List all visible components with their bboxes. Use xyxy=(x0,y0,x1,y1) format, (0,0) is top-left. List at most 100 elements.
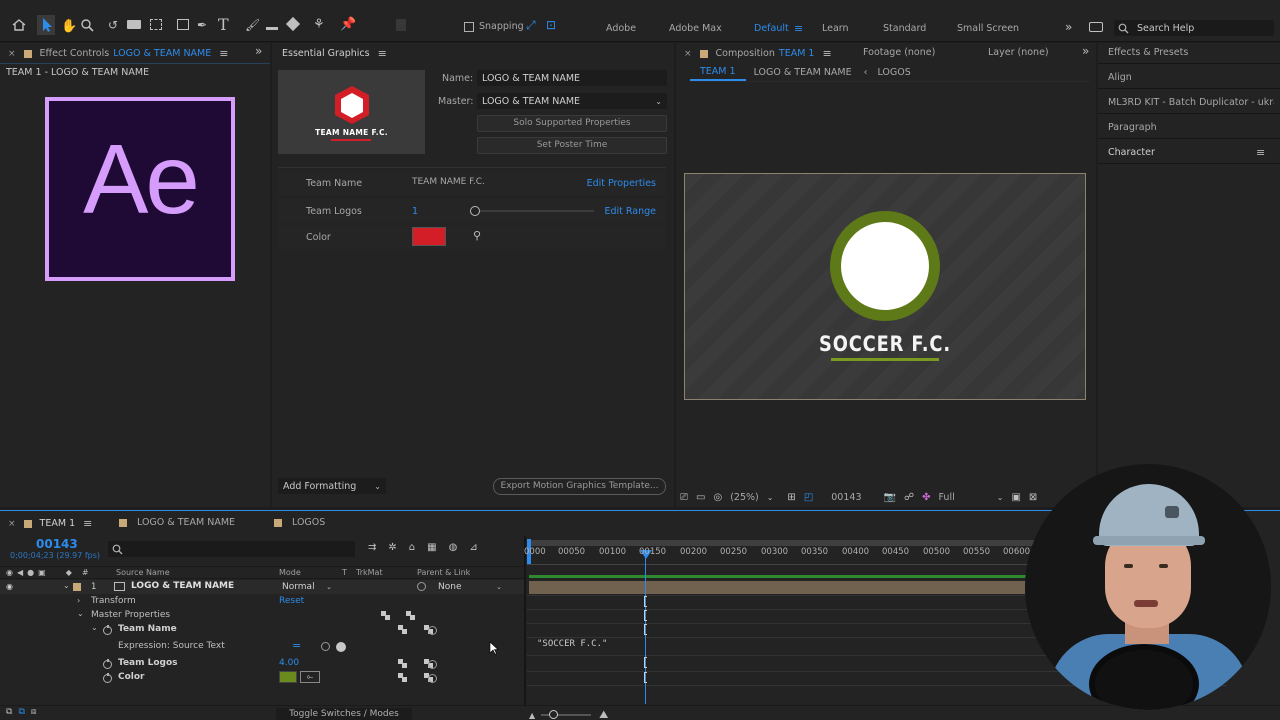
fit-icon[interactable]: ⊞ xyxy=(787,492,795,503)
name-field[interactable]: LOGO & TEAM NAME xyxy=(477,70,667,86)
pan-behind-tool-icon[interactable] xyxy=(150,19,162,30)
layer-row[interactable]: ◉ ⌄ 1 LOGO & TEAM NAME Normal ⌄ None ⌄ xyxy=(0,580,524,594)
expression-language-icon[interactable] xyxy=(336,642,346,652)
toggle-switches-modes-button[interactable]: Toggle Switches / Modes xyxy=(276,708,412,720)
hold-keyframe-marker[interactable] xyxy=(644,610,647,621)
close-icon[interactable]: × xyxy=(8,49,16,59)
set-poster-time-button[interactable]: Set Poster Time xyxy=(477,137,667,154)
stopwatch-icon[interactable] xyxy=(103,673,112,683)
always-preview-icon[interactable]: ⎚ xyxy=(680,492,688,503)
collapsed-chevron-icon[interactable]: › xyxy=(77,596,80,605)
panel-menu-icon[interactable]: ≡ xyxy=(83,517,92,530)
workspace-small-screen[interactable]: Small Screen xyxy=(957,23,1019,34)
zoom-in-icon[interactable]: ⛰ xyxy=(599,708,608,720)
motion-blur-icon[interactable]: ◍ xyxy=(449,542,458,553)
show-snapshot-icon[interactable]: ☍ xyxy=(904,492,914,503)
edit-range-link[interactable]: Edit Range xyxy=(604,206,656,217)
zoom-tool-icon[interactable] xyxy=(81,19,94,35)
color-swatch[interactable] xyxy=(412,227,446,246)
camera-tool-icon[interactable] xyxy=(127,20,141,29)
expression-row[interactable]: Expression: Source Text = xyxy=(0,639,524,654)
col-parent[interactable]: Parent & Link xyxy=(417,568,470,577)
eyedropper-icon[interactable]: ⚲ xyxy=(473,229,481,242)
rotate-tool-icon[interactable]: ↺ xyxy=(108,18,118,32)
snap-edges-icon[interactable]: ⤢ xyxy=(526,18,536,33)
snapping-checkbox[interactable] xyxy=(464,21,474,32)
eg-prop-value[interactable]: 1 xyxy=(412,206,418,217)
effects-presets-panel[interactable]: Effects & Presets xyxy=(1108,47,1188,58)
col-source-name[interactable]: Source Name xyxy=(116,568,170,577)
workspace-default[interactable]: Default xyxy=(754,23,789,34)
crumb-logo-team-name[interactable]: LOGO & TEAM NAME xyxy=(754,67,852,78)
hold-keyframe-marker[interactable] xyxy=(644,657,647,668)
hold-keyframe-marker[interactable] xyxy=(644,596,647,607)
channel-icon[interactable]: ✤ xyxy=(922,492,930,503)
audio-icon[interactable]: ◀ xyxy=(17,568,23,577)
transparency-grid-icon[interactable]: ⊠ xyxy=(1029,492,1037,503)
solo-supported-properties-button[interactable]: Solo Supported Properties xyxy=(477,115,667,132)
eye-icon[interactable]: ◉ xyxy=(6,582,13,591)
parent-dropdown[interactable]: None ⌄ xyxy=(435,580,505,593)
workspace-learn[interactable]: Learn xyxy=(822,23,849,34)
footage-tab[interactable]: Footage (none) xyxy=(863,47,935,58)
vr-icon[interactable]: ◎ xyxy=(713,492,722,503)
frame-blending-icon[interactable]: ▦ xyxy=(427,542,436,553)
keyframe-nav-icon[interactable] xyxy=(381,611,390,620)
pickwhip-icon[interactable] xyxy=(428,674,437,683)
color-swatch[interactable] xyxy=(279,671,297,683)
monitor-icon[interactable]: ▭ xyxy=(696,492,705,503)
hold-keyframe-marker[interactable] xyxy=(644,672,647,683)
panel-overflow-icon[interactable]: » xyxy=(255,44,262,58)
add-formatting-dropdown[interactable]: Add Formatting ⌄ xyxy=(278,478,386,494)
in-out-icon[interactable]: ⧈ xyxy=(31,707,37,717)
pickwhip-icon[interactable] xyxy=(428,626,437,635)
crumb-team-1[interactable]: TEAM 1 xyxy=(690,65,746,81)
region-of-interest-icon[interactable]: ▣ xyxy=(1011,492,1020,503)
team-name-row[interactable]: ⌄ Team Name xyxy=(0,623,524,637)
eraser-tool-icon[interactable] xyxy=(285,16,301,32)
shy-layers-icon[interactable]: ⌂ xyxy=(409,542,415,553)
workspace-adobe-max[interactable]: Adobe Max xyxy=(669,23,722,34)
keyframe-nav-icon[interactable] xyxy=(398,659,408,668)
expand-chevron-icon[interactable]: ⌄ xyxy=(63,581,70,590)
label-swatch-icon[interactable] xyxy=(73,583,81,591)
roto-brush-tool-icon[interactable]: ⚘ xyxy=(313,17,325,32)
zoom-out-icon[interactable]: ▲ xyxy=(529,711,535,720)
essential-graphics-tab[interactable]: Essential Graphics ≡ xyxy=(282,47,387,60)
layer-tab[interactable]: Layer (none) xyxy=(988,47,1049,58)
pickwhip-icon[interactable] xyxy=(417,582,426,591)
expression-graph-icon[interactable] xyxy=(321,642,330,651)
snapping-toggle[interactable]: Snapping xyxy=(464,21,524,32)
master-properties-row[interactable]: ⌄ Master Properties xyxy=(0,609,524,623)
comp-timecode[interactable]: 00143 xyxy=(831,492,861,503)
eyedropper-icon[interactable]: ⟜ xyxy=(300,671,320,683)
eg-prop-value[interactable]: TEAM NAME F.C. xyxy=(412,177,485,187)
selection-tool-icon[interactable] xyxy=(37,15,55,35)
workspace-standard[interactable]: Standard xyxy=(883,23,926,34)
type-tool-icon[interactable]: T xyxy=(218,15,229,34)
zoom-level[interactable]: (25%) xyxy=(730,492,759,503)
character-panel[interactable]: Character xyxy=(1108,147,1155,158)
region-icon[interactable]: ◰ xyxy=(804,492,813,503)
timeline-tab-logos[interactable]: LOGOS xyxy=(274,517,325,528)
paragraph-panel[interactable]: Paragraph xyxy=(1108,122,1157,133)
pickwhip-icon[interactable] xyxy=(428,660,437,669)
hold-keyframe-marker[interactable] xyxy=(644,624,647,635)
keyframe-nav-icon[interactable] xyxy=(398,673,408,682)
resolution-dropdown[interactable]: Full xyxy=(938,492,954,503)
col-t[interactable]: T xyxy=(342,568,347,577)
blend-mode-dropdown[interactable]: Normal ⌄ xyxy=(279,580,335,593)
panel-menu-icon[interactable]: ≡ xyxy=(219,47,228,60)
keyboard-icon[interactable] xyxy=(1089,22,1103,32)
clone-stamp-tool-icon[interactable] xyxy=(266,19,278,30)
panel-overflow-icon[interactable]: » xyxy=(1082,44,1089,58)
color-row[interactable]: Color ⟜ xyxy=(0,671,524,685)
composition-canvas[interactable]: SOCCER F.C. xyxy=(684,173,1086,400)
current-timecode[interactable]: 00143 xyxy=(36,537,78,551)
keyframe-nav-icon[interactable] xyxy=(406,611,416,620)
effect-controls-tab[interactable]: × Effect Controls LOGO & TEAM NAME ≡ xyxy=(8,47,228,60)
workspace-adobe[interactable]: Adobe xyxy=(606,23,636,34)
layer-switches-icon[interactable]: ⧉ xyxy=(6,707,12,717)
stopwatch-icon[interactable] xyxy=(103,659,112,669)
eye-icon[interactable]: ◉ xyxy=(6,568,13,577)
